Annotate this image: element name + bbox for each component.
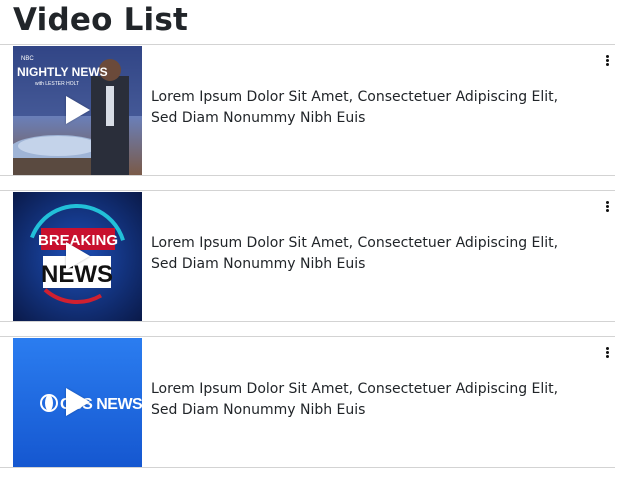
play-icon[interactable] bbox=[66, 388, 90, 416]
video-description[interactable]: Lorem Ipsum Dolor Sit Amet, Consectetuer… bbox=[151, 87, 581, 129]
video-description[interactable]: Lorem Ipsum Dolor Sit Amet, Consectetuer… bbox=[151, 379, 581, 421]
video-thumbnail[interactable]: BREAKING NEWS bbox=[13, 192, 142, 321]
play-icon[interactable] bbox=[66, 96, 90, 124]
nightly-news-text: NIGHTLY NEWS bbox=[17, 65, 108, 79]
video-thumbnail[interactable]: CBS NEWS bbox=[13, 338, 142, 467]
lester-holt-text: with LESTER HOLT bbox=[35, 81, 79, 87]
video-list: NBC NIGHTLY NEWS with LESTER HOLT Lorem … bbox=[0, 44, 615, 482]
video-thumbnail[interactable]: NBC NIGHTLY NEWS with LESTER HOLT bbox=[13, 46, 142, 175]
play-icon[interactable] bbox=[66, 242, 90, 270]
nbc-logo-text: NBC bbox=[21, 56, 34, 62]
video-description[interactable]: Lorem Ipsum Dolor Sit Amet, Consectetuer… bbox=[151, 233, 581, 275]
more-vertical-icon[interactable] bbox=[603, 55, 611, 69]
video-list-item[interactable]: NBC NIGHTLY NEWS with LESTER HOLT Lorem … bbox=[0, 44, 615, 176]
more-vertical-icon[interactable] bbox=[603, 201, 611, 215]
video-list-item[interactable]: CBS NEWS Lorem Ipsum Dolor Sit Amet, Con… bbox=[0, 336, 615, 468]
video-list-item[interactable]: BREAKING NEWS Lorem Ipsum Dolor Sit Amet… bbox=[0, 190, 615, 322]
page-title: Video List bbox=[13, 2, 189, 38]
more-vertical-icon[interactable] bbox=[603, 347, 611, 361]
